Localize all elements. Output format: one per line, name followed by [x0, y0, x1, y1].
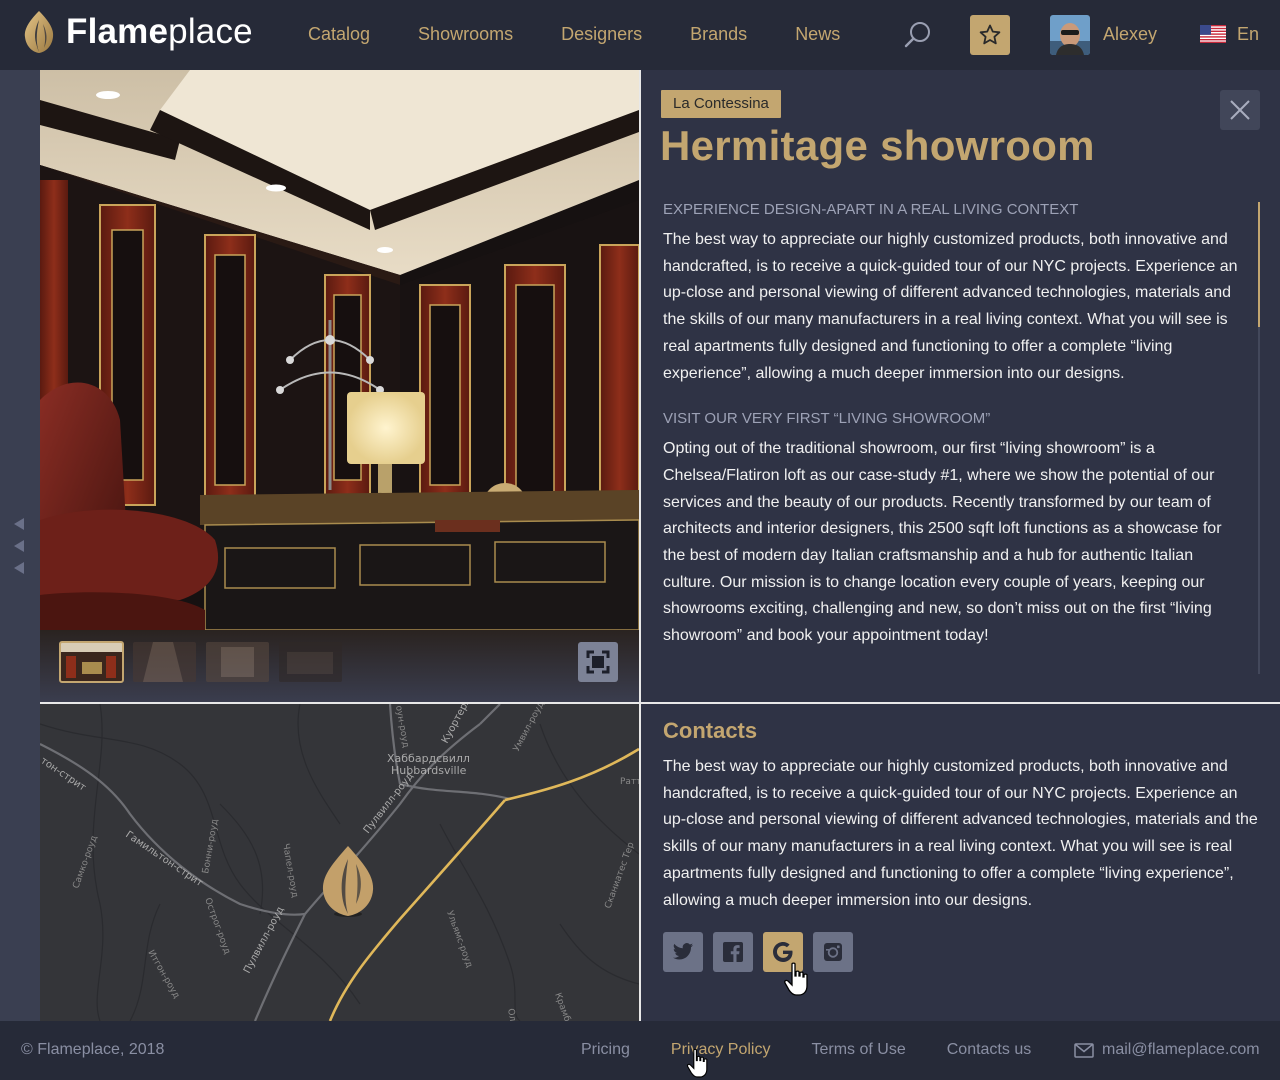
site-header: Flameplace Catalog Showrooms Designers B…	[0, 0, 1280, 70]
gallery-thumbnail[interactable]	[279, 642, 342, 682]
description-section: EXPERIENCE DESIGN-APART IN A REAL LIVING…	[663, 200, 1238, 387]
showroom-info-panel: La Contessina Hermitage showroom EXPERIE…	[641, 70, 1280, 702]
hand-cursor-icon	[783, 962, 813, 1003]
arrow-left-icon	[14, 518, 24, 530]
avatar[interactable]	[1050, 15, 1090, 55]
nav-brands[interactable]: Brands	[690, 24, 747, 45]
nav-news[interactable]: News	[795, 24, 840, 45]
footer-link-terms[interactable]: Terms of Use	[811, 1041, 905, 1059]
scrollbar-thumb[interactable]	[1258, 202, 1260, 327]
arrow-left-icon	[14, 562, 24, 574]
section-heading: EXPERIENCE DESIGN-APART IN A REAL LIVING…	[663, 201, 1079, 218]
gallery-thumbnail[interactable]	[133, 642, 196, 682]
nav-showrooms[interactable]: Showrooms	[418, 24, 513, 45]
twitter-button[interactable]	[663, 932, 703, 972]
contacts-title: Contacts	[663, 718, 758, 743]
nav-designers[interactable]: Designers	[561, 24, 642, 45]
location-map[interactable]: Хаббардсвилл Hubbardsville Гамильтон-стр…	[40, 704, 639, 1021]
arrow-left-icon	[14, 540, 24, 552]
search-icon	[904, 22, 930, 48]
username[interactable]: Alexey	[1103, 24, 1157, 45]
fullscreen-button[interactable]	[578, 642, 618, 682]
flame-logo-icon	[24, 11, 54, 53]
divider-vertical	[639, 70, 641, 1021]
favorites-button[interactable]	[970, 15, 1010, 55]
gallery-thumbnail[interactable]	[206, 642, 269, 682]
footer-email-link[interactable]: mail@flameplace.com	[1074, 1041, 1260, 1059]
close-button[interactable]	[1220, 90, 1260, 130]
avatar-photo	[1050, 15, 1090, 55]
divider-horizontal	[40, 702, 1280, 704]
us-flag-icon[interactable]	[1200, 25, 1226, 43]
map-label: Ол	[505, 1008, 517, 1021]
section-text: The best way to appreciate our highly cu…	[663, 231, 1238, 382]
logo-text: Flameplace	[66, 12, 253, 51]
showroom-gallery[interactable]	[40, 70, 639, 702]
footer-link-pricing[interactable]: Pricing	[581, 1041, 630, 1059]
close-icon	[1230, 100, 1250, 120]
nav-catalog[interactable]: Catalog	[308, 24, 370, 45]
brand-badge[interactable]: La Contessina	[661, 90, 781, 118]
language-switch[interactable]: En	[1237, 24, 1259, 45]
envelope-icon	[1074, 1042, 1094, 1058]
search-button[interactable]	[903, 20, 933, 50]
fullscreen-icon	[586, 650, 610, 674]
site-footer: © Flameplace, 2018 Pricing Privacy Polic…	[0, 1021, 1280, 1080]
contacts-text: The best way to appreciate our highly cu…	[663, 758, 1258, 909]
twitter-icon	[672, 943, 694, 960]
footer-links: Pricing Privacy Policy Terms of Use Cont…	[581, 1041, 1072, 1059]
instagram-button[interactable]	[813, 932, 853, 972]
description-section: VISIT OUR VERY FIRST “LIVING SHOWROOM” O…	[663, 409, 1238, 650]
main-nav: Catalog Showrooms Designers Brands News	[308, 24, 888, 45]
contacts-panel: Contacts The best way to appreciate our …	[641, 704, 1280, 1021]
star-icon	[979, 24, 1001, 45]
section-heading: VISIT OUR VERY FIRST “LIVING SHOWROOM”	[663, 410, 991, 428]
facebook-button[interactable]	[713, 932, 753, 972]
map-label: Hubbardsville	[391, 764, 467, 777]
copyright: © Flameplace, 2018	[21, 1041, 165, 1058]
logo[interactable]: Flameplace	[22, 10, 253, 54]
description-scroll-area[interactable]: EXPERIENCE DESIGN-APART IN A REAL LIVING…	[663, 200, 1238, 680]
hand-cursor-icon	[686, 1048, 712, 1080]
gallery-thumbnails	[59, 641, 352, 683]
footer-link-contacts[interactable]: Contacts us	[947, 1041, 1031, 1059]
showroom-photo	[40, 70, 639, 702]
gallery-thumbnail[interactable]	[59, 641, 124, 683]
social-links	[663, 932, 863, 972]
page-title: Hermitage showroom	[660, 122, 1095, 169]
section-text: Opting out of the traditional showroom, …	[663, 440, 1222, 645]
footer-email[interactable]: mail@flameplace.com	[1102, 1041, 1260, 1059]
map-label: Ратт	[620, 777, 639, 787]
instagram-icon	[824, 943, 842, 961]
collapse-strip[interactable]	[0, 70, 40, 1021]
facebook-icon	[723, 942, 743, 962]
